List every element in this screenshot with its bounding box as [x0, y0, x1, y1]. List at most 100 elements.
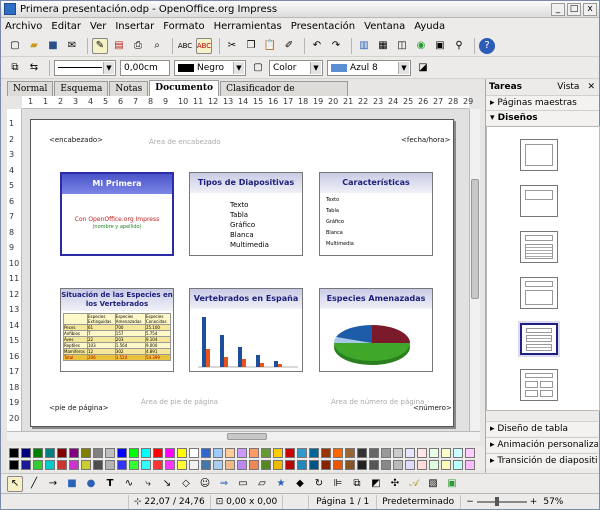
section-table-design[interactable]: ▸ Diseño de tabla [486, 421, 598, 436]
fill-color-select[interactable]: Azul 8 ▼ [327, 59, 411, 76]
arrange-icon[interactable]: ⧉ [349, 476, 365, 492]
color-swatch[interactable] [357, 460, 367, 470]
section-slide-transition[interactable]: ▸ Transición de diapositiva [486, 453, 598, 468]
color-swatch[interactable] [225, 460, 235, 470]
color-swatch[interactable] [69, 460, 79, 470]
line-icon[interactable]: ⇆ [26, 60, 42, 76]
color-swatch[interactable] [201, 448, 211, 458]
callouts-icon[interactable]: ▱ [254, 476, 270, 492]
color-swatch[interactable] [93, 448, 103, 458]
color-swatch[interactable] [33, 448, 43, 458]
color-swatch[interactable] [57, 460, 67, 470]
color-swatch[interactable] [165, 448, 175, 458]
zoom-icon[interactable]: ⚲ [451, 38, 467, 54]
text-tool-icon[interactable]: T [102, 476, 118, 492]
zoom-in-icon[interactable]: + [530, 495, 538, 509]
horizontal-scrollbar[interactable] [7, 431, 480, 441]
layout-title-two-rows[interactable] [518, 321, 560, 357]
section-custom-animation[interactable]: ▸ Animación personalizada [486, 437, 598, 452]
save-icon[interactable]: ■ [45, 38, 61, 54]
color-swatch[interactable] [189, 460, 199, 470]
color-swatch[interactable] [297, 460, 307, 470]
symbol-shapes-icon[interactable]: ☺ [197, 476, 213, 492]
view-menu[interactable]: Vista [557, 82, 579, 92]
arrow-line-icon[interactable]: → [45, 476, 61, 492]
ellipse-icon[interactable]: ● [83, 476, 99, 492]
help-icon[interactable]: ? [479, 37, 495, 54]
color-swatch[interactable] [285, 460, 295, 470]
scroll-thumb[interactable] [471, 179, 479, 299]
connector-icon[interactable]: ⤷ [140, 476, 156, 492]
line-tool-icon[interactable]: ╱ [26, 476, 42, 492]
layout-title-content[interactable] [520, 231, 558, 263]
extrusion-icon[interactable]: ◩ [368, 476, 384, 492]
line-color-select[interactable]: Negro ▼ [174, 59, 246, 76]
scroll-thumb[interactable] [227, 433, 267, 440]
slide-thumbnail-2[interactable]: Tipos de Diapositivas Texto Tabla Gráfic… [189, 172, 303, 256]
rectangle-icon[interactable]: ■ [64, 476, 80, 492]
preview-icon[interactable]: ⌕ [149, 38, 165, 54]
color-swatch[interactable] [141, 448, 151, 458]
paste-icon[interactable]: 📋 [262, 38, 278, 54]
area-icon[interactable]: ▢ [250, 60, 266, 76]
color-swatch[interactable] [465, 448, 475, 458]
slide-thumbnail-5[interactable]: Vertebrados en España [189, 288, 303, 372]
color-swatch[interactable] [9, 460, 19, 470]
color-swatch[interactable] [81, 460, 91, 470]
tab-documento[interactable]: Documento [149, 80, 220, 96]
color-swatch[interactable] [273, 448, 283, 458]
color-swatch[interactable] [21, 448, 31, 458]
block-arrows-icon[interactable]: ⇒ [216, 476, 232, 492]
close-icon[interactable]: ✕ [587, 82, 595, 92]
line-style-select[interactable]: ▼ [54, 59, 116, 76]
vertical-scrollbar[interactable] [469, 109, 480, 431]
color-swatch[interactable] [177, 448, 187, 458]
edit-file-icon[interactable]: ✎ [92, 37, 108, 54]
undo-icon[interactable]: ↶ [309, 38, 325, 54]
color-swatch[interactable] [45, 460, 55, 470]
color-swatch[interactable] [117, 448, 127, 458]
tab-clasificador[interactable]: Clasificador de diapositivas [220, 81, 349, 108]
color-swatch[interactable] [381, 460, 391, 470]
fontwork-icon[interactable]: 𝒜 [406, 476, 422, 492]
image-from-file-icon[interactable]: ▧ [425, 476, 441, 492]
zoom-handle[interactable] [494, 496, 499, 506]
curve-icon[interactable]: ∿ [121, 476, 137, 492]
color-swatch[interactable] [381, 448, 391, 458]
spellcheck-icon[interactable]: ABC [177, 38, 193, 54]
color-swatch[interactable] [81, 448, 91, 458]
color-swatch[interactable] [429, 460, 439, 470]
menu-insertar[interactable]: Insertar [115, 21, 154, 32]
menu-herramientas[interactable]: Herramientas [214, 21, 282, 32]
open-icon[interactable]: ▰ [26, 38, 42, 54]
color-swatch[interactable] [357, 448, 367, 458]
color-swatch[interactable] [285, 448, 295, 458]
color-swatch[interactable] [45, 448, 55, 458]
color-swatch[interactable] [9, 448, 19, 458]
color-swatch[interactable] [21, 460, 31, 470]
navigator-icon[interactable]: ◉ [413, 38, 429, 54]
color-swatch[interactable] [33, 460, 43, 470]
lines-arrows-icon[interactable]: ↘ [159, 476, 175, 492]
color-swatch[interactable] [189, 448, 199, 458]
color-swatch[interactable] [345, 448, 355, 458]
color-swatch[interactable] [249, 460, 259, 470]
gallery-icon[interactable]: ▣ [432, 38, 448, 54]
color-swatch[interactable] [261, 448, 271, 458]
zoom-track[interactable] [476, 496, 527, 506]
close-button[interactable]: x [583, 2, 597, 16]
styles-icon[interactable]: ⧉ [7, 60, 23, 76]
slide-thumbnail-4[interactable]: Situación de las Especies en los Vertebr… [60, 288, 174, 372]
rotate-icon[interactable]: ↻ [311, 476, 327, 492]
color-swatch[interactable] [417, 448, 427, 458]
color-swatch[interactable] [429, 448, 439, 458]
fill-type-select[interactable]: Color ▼ [269, 59, 323, 76]
select-arrow-icon[interactable]: ↖ [7, 475, 23, 492]
stars-icon[interactable]: ★ [273, 476, 289, 492]
menu-formato[interactable]: Formato [163, 21, 204, 32]
color-swatch[interactable] [393, 460, 403, 470]
copy-icon[interactable]: ❐ [243, 38, 259, 54]
glue-points-icon[interactable]: ✣ [387, 476, 403, 492]
menu-ayuda[interactable]: Ayuda [414, 21, 445, 32]
color-swatch[interactable] [417, 460, 427, 470]
